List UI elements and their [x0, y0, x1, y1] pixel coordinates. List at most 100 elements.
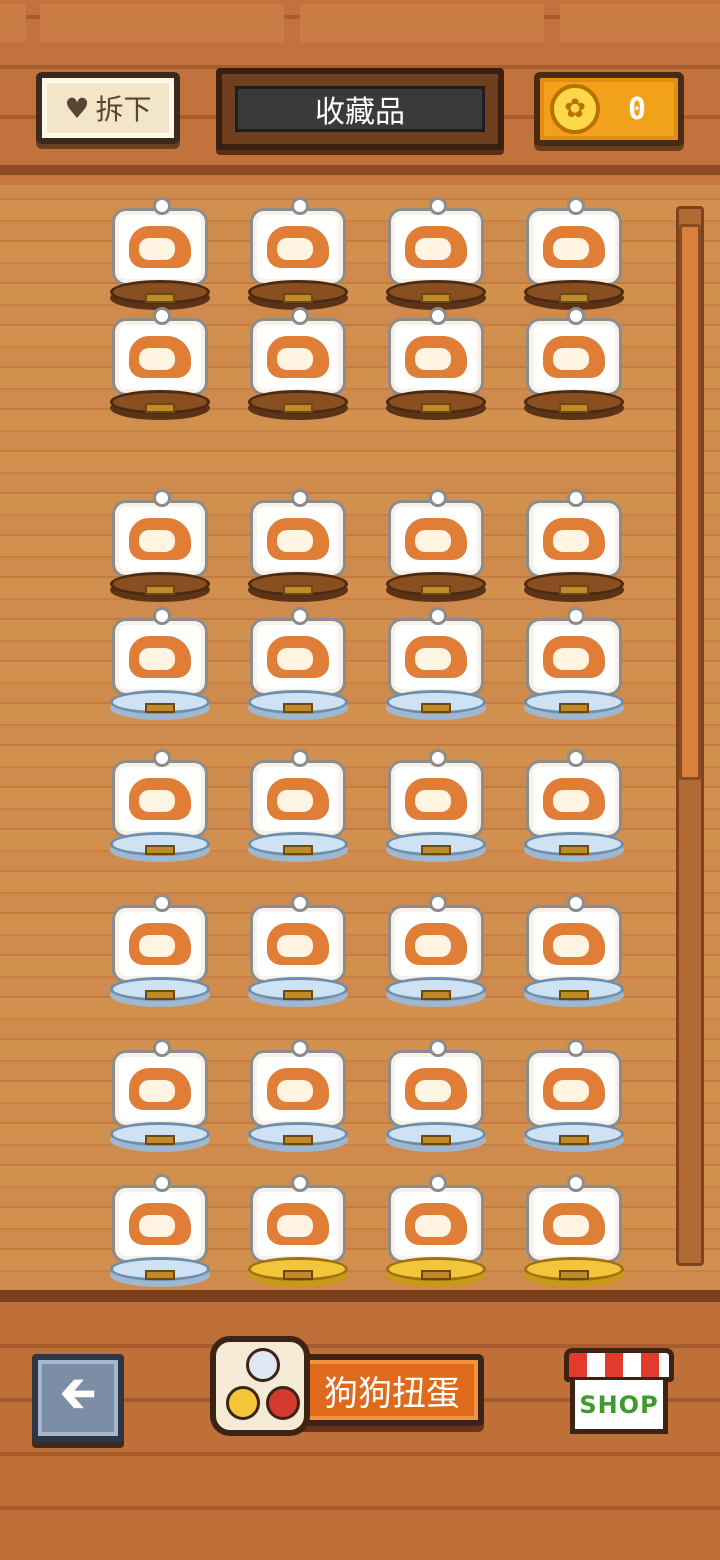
collectible-item[interactable]: [371, 1039, 501, 1146]
shiba-dog-icon: [405, 1203, 467, 1245]
collectible-item[interactable]: [95, 607, 225, 714]
hanging-ring: [153, 197, 171, 215]
figure-stand: [110, 390, 210, 414]
collectible-item[interactable]: [371, 894, 501, 1001]
collectible-item[interactable]: [371, 307, 501, 414]
collectible-item[interactable]: [371, 607, 501, 714]
collectible-item[interactable]: [371, 197, 501, 304]
shiba-dog-icon: [267, 1203, 329, 1245]
hanging-ring: [429, 1039, 447, 1057]
shiba-dog-icon: [129, 778, 191, 820]
figure-stand: [110, 690, 210, 714]
figure-stand: [110, 280, 210, 304]
hanging-ring: [429, 749, 447, 767]
collectible-item[interactable]: [95, 197, 225, 304]
shiba-dog-icon: [267, 336, 329, 378]
collectible-item[interactable]: [509, 1174, 639, 1281]
shiba-dog-icon: [267, 636, 329, 678]
dog-figurine-icon: [112, 489, 208, 578]
shiba-dog-icon: [405, 636, 467, 678]
collectible-item[interactable]: [233, 307, 363, 414]
collectible-item[interactable]: [95, 489, 225, 596]
collectible-item[interactable]: [233, 489, 363, 596]
hanging-ring: [291, 489, 309, 507]
figure-stand: [386, 390, 486, 414]
gacha-button[interactable]: 狗狗扭蛋: [210, 1336, 484, 1440]
dog-figurine-icon: [388, 607, 484, 696]
hanging-ring: [153, 1174, 171, 1192]
dog-figurine-icon: [112, 894, 208, 983]
collectible-item[interactable]: [371, 749, 501, 856]
hanging-ring: [429, 894, 447, 912]
stand-plaque: [145, 293, 175, 303]
dog-figurine-icon: [526, 197, 622, 286]
shiba-dog-icon: [543, 518, 605, 560]
shiba-dog-icon: [129, 1203, 191, 1245]
shiba-dog-icon: [405, 778, 467, 820]
stand-plaque: [559, 990, 589, 1000]
collectible-item[interactable]: [233, 607, 363, 714]
detach-button[interactable]: ♥ 拆下: [36, 72, 180, 144]
hanging-ring: [429, 489, 447, 507]
dog-figurine-icon: [388, 489, 484, 578]
hanging-ring: [567, 894, 585, 912]
collectible-item[interactable]: [95, 1174, 225, 1281]
shiba-dog-icon: [129, 336, 191, 378]
collectible-item[interactable]: [233, 1174, 363, 1281]
shiba-dog-icon: [129, 1068, 191, 1110]
paw-coin-icon: ✿: [550, 84, 600, 134]
hanging-ring: [567, 489, 585, 507]
collectible-item[interactable]: [233, 197, 363, 304]
dog-figurine-icon: [526, 489, 622, 578]
dog-figurine-icon: [526, 307, 622, 396]
dog-figurine-icon: [112, 1174, 208, 1263]
collectible-item[interactable]: [371, 489, 501, 596]
hanging-ring: [429, 197, 447, 215]
collectible-item[interactable]: [509, 607, 639, 714]
coin-counter: ✿ 0: [534, 72, 684, 146]
coin-count: 0: [628, 91, 647, 127]
shiba-dog-icon: [129, 518, 191, 560]
shop-button[interactable]: SHOP: [564, 1348, 674, 1436]
collectible-item[interactable]: [509, 307, 639, 414]
brick: [560, 4, 720, 42]
dog-figurine-icon: [112, 307, 208, 396]
collectible-item[interactable]: [509, 489, 639, 596]
shiba-dog-icon: [543, 778, 605, 820]
back-button[interactable]: 🡰: [32, 1354, 124, 1442]
collectible-item[interactable]: [95, 1039, 225, 1146]
gacha-panel: 狗狗扭蛋: [280, 1354, 484, 1426]
hanging-ring: [567, 607, 585, 625]
stand-plaque: [559, 585, 589, 595]
collectible-item[interactable]: [95, 749, 225, 856]
figure-stand: [386, 832, 486, 856]
stand-plaque: [145, 1135, 175, 1145]
collectible-item[interactable]: [509, 1039, 639, 1146]
collectible-item[interactable]: [233, 1039, 363, 1146]
stand-plaque: [145, 703, 175, 713]
collectible-item[interactable]: [233, 749, 363, 856]
stand-plaque: [145, 990, 175, 1000]
collectible-item[interactable]: [95, 894, 225, 1001]
collectible-item[interactable]: [95, 307, 225, 414]
stand-plaque: [145, 1270, 175, 1280]
shiba-dog-icon: [129, 636, 191, 678]
hanging-ring: [153, 607, 171, 625]
detach-label: 拆下: [95, 93, 152, 126]
shiba-dog-icon: [405, 923, 467, 965]
collectible-item[interactable]: [371, 1174, 501, 1281]
shop-label: SHOP: [570, 1380, 668, 1434]
collectible-item[interactable]: [233, 894, 363, 1001]
hanging-ring: [429, 307, 447, 325]
collectible-item[interactable]: [509, 749, 639, 856]
scrollbar-thumb[interactable]: [679, 224, 701, 780]
dog-figurine-icon: [526, 1039, 622, 1128]
collectible-item[interactable]: [509, 197, 639, 304]
shiba-dog-icon: [543, 1068, 605, 1110]
collectible-item[interactable]: [509, 894, 639, 1001]
dog-figurine-icon: [250, 489, 346, 578]
shiba-dog-icon: [267, 226, 329, 268]
stand-plaque: [283, 703, 313, 713]
stand-plaque: [559, 293, 589, 303]
figure-stand: [386, 572, 486, 596]
